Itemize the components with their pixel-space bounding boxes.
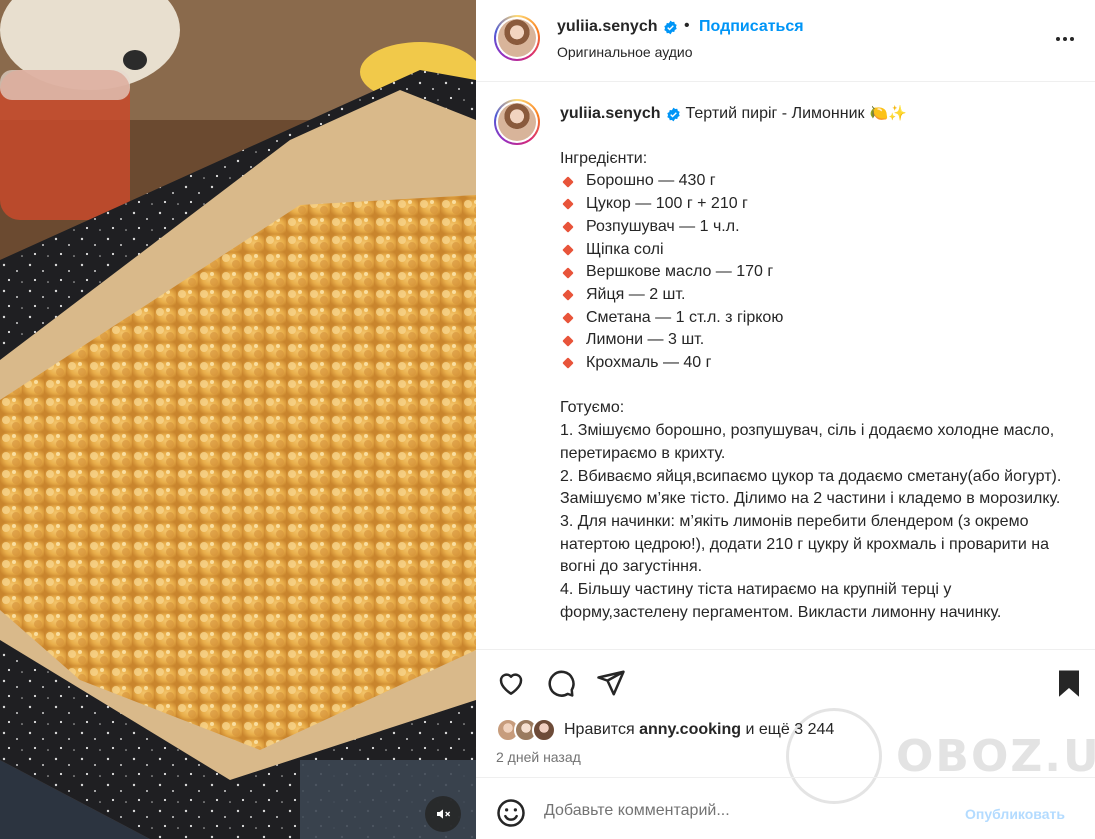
smiley-icon[interactable] — [496, 798, 526, 828]
speaker-muted-icon — [437, 809, 451, 819]
post-timestamp[interactable]: 2 дней назад — [496, 749, 581, 765]
diamond-bullet-icon — [562, 335, 574, 347]
separator-dot: • — [684, 17, 690, 34]
verified-badge-icon — [663, 20, 677, 34]
post-media[interactable] — [0, 0, 476, 839]
ingredient-item: Лимони — 3 шт. — [560, 329, 1065, 352]
diamond-bullet-icon — [562, 266, 574, 279]
author-username[interactable]: yuliia.senych — [557, 18, 678, 36]
publish-button[interactable]: Опубликовать — [965, 806, 1065, 822]
caption-author-avatar[interactable] — [494, 99, 540, 145]
diamond-bullet-icon — [562, 312, 574, 324]
post-details-panel: yuliia.senych • Подписаться Оригинальное… — [476, 0, 1095, 839]
heart-icon[interactable] — [496, 668, 526, 698]
ingredient-item: Цукор — 100 г + 210 г — [560, 193, 1065, 216]
comment-composer: Опубликовать — [476, 777, 1095, 839]
ingredients-list: Борошно — 430 г Цукор — 100 г + 210 г Ро… — [560, 170, 1065, 374]
ingredient-item: Щіпка солі — [560, 239, 1065, 262]
avatar — [532, 718, 556, 742]
step-text: 4. Більшу частину тіста натираємо на кру… — [560, 581, 1002, 621]
liker-username[interactable]: anny.cooking — [639, 721, 741, 738]
steps-heading: Готуємо: — [560, 399, 625, 417]
author-username-text[interactable]: yuliia.senych — [557, 18, 658, 36]
caption-title-emoji: 🍋✨ — [869, 105, 907, 122]
pie-photo — [0, 0, 476, 839]
ingredient-item: Розпушувач — 1 ч.л. — [560, 216, 1065, 239]
diamond-bullet-icon — [562, 244, 574, 256]
caption-username[interactable]: yuliia.senych — [560, 103, 661, 126]
liker-avatars — [496, 718, 556, 742]
comment-bubble-icon[interactable] — [546, 668, 576, 698]
author-avatar[interactable] — [494, 15, 540, 61]
bookmark-icon[interactable] — [1054, 668, 1084, 698]
diamond-bullet-icon — [562, 198, 574, 211]
audio-label[interactable]: Оригинальное аудио — [557, 44, 693, 60]
caption-title: Тертий пиріг - Лимонник — [685, 105, 865, 122]
mute-button[interactable] — [425, 796, 461, 832]
likes-text: Нравится anny.cooking и ещё 3 244 — [564, 721, 835, 738]
ingredient-item: Сметана — 1 ст.л. з гіркою — [560, 307, 1065, 330]
caption-area[interactable]: yuliia.senych Тертий пиріг - Лимонник 🍋✨… — [476, 83, 1095, 648]
comment-input[interactable] — [544, 802, 944, 820]
ingredient-item: Вершкове масло — 170 г — [560, 261, 1065, 284]
diamond-bullet-icon — [562, 357, 574, 370]
diamond-bullet-icon — [562, 289, 574, 301]
follow-button[interactable]: Подписаться — [699, 18, 804, 36]
post-header: yuliia.senych • Подписаться Оригинальное… — [476, 0, 1095, 82]
step-text: 3. Для начинки: м’якіть лимонів перебити… — [560, 512, 1049, 576]
likes-row[interactable]: Нравится anny.cooking и ещё 3 244 — [496, 718, 834, 742]
step-text: 2. Вбиваємо яйця,всипаємо цукор та додає… — [560, 467, 1062, 508]
verified-badge-icon — [666, 107, 680, 122]
paper-plane-icon[interactable] — [596, 668, 626, 698]
diamond-bullet-icon — [562, 221, 574, 233]
diamond-bullet-icon — [562, 176, 574, 188]
caption-text: yuliia.senych Тертий пиріг - Лимонник 🍋✨… — [560, 103, 1065, 624]
ingredient-item: Крохмаль — 40 г — [560, 352, 1065, 375]
ingredients-heading: Інгредієнти: — [560, 149, 648, 167]
step-text: 1. Змішуємо борошно, розпушувач, сіль і … — [560, 422, 1055, 462]
ingredient-item: Яйця — 2 шт. — [560, 284, 1065, 307]
ingredient-item: Борошно — 430 г — [560, 170, 1065, 193]
more-options-icon[interactable] — [1053, 27, 1077, 51]
